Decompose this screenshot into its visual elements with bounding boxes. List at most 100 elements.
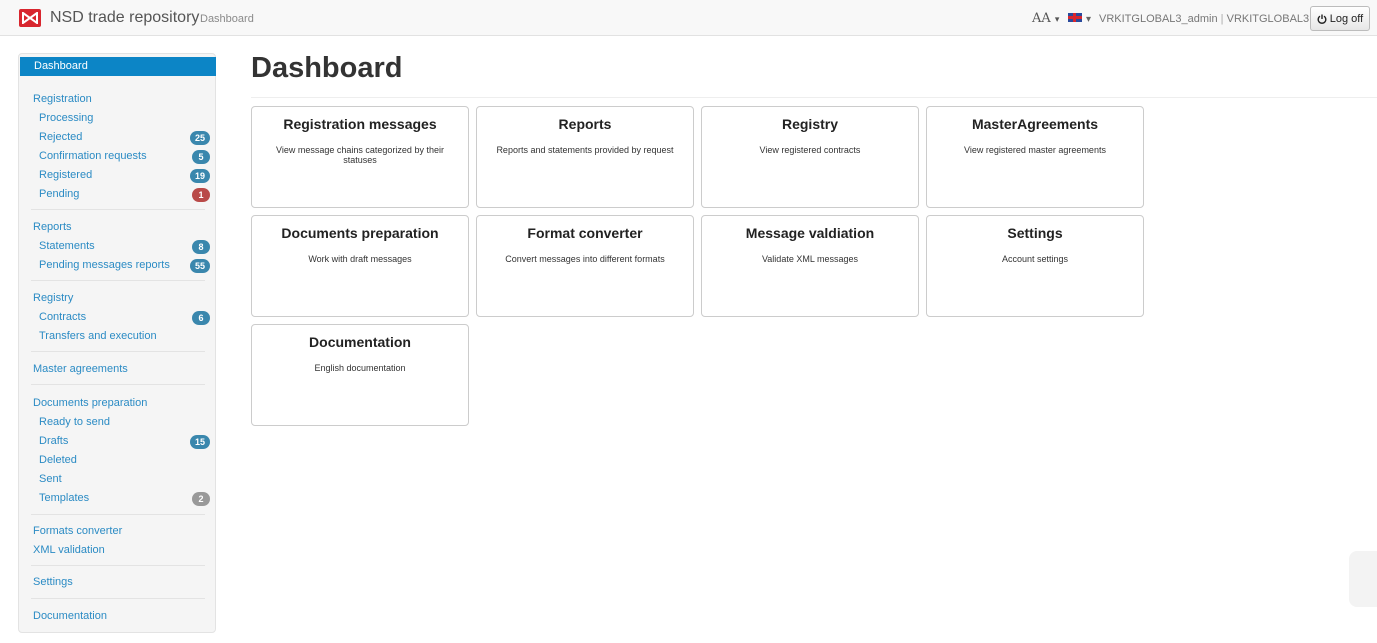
sidebar-item-deleted[interactable]: Deleted — [19, 451, 215, 470]
logoff-button[interactable]: Log off — [1310, 6, 1370, 31]
tile-description: View registered contracts — [759, 145, 861, 155]
sidebar-item-pending[interactable]: Pending 1 — [19, 185, 215, 204]
sidebar-item-label: Registered — [39, 169, 93, 181]
count-badge: 19 — [189, 169, 210, 183]
tile-title: Registration messages — [283, 116, 437, 132]
tile-title: Documents preparation — [281, 225, 439, 241]
font-size-toggle[interactable]: AA ▾ — [1032, 11, 1059, 26]
sidebar-item-confirmation-requests[interactable]: Confirmation requests 5 — [19, 147, 215, 166]
sidebar-item-label: Ready to send — [39, 416, 110, 428]
sidebar-item-pending-messages-reports[interactable]: Pending messages reports 55 — [19, 256, 215, 275]
user-org: VRKITGLOBAL3 — [1226, 13, 1310, 25]
sidebar-item-documentation[interactable]: Documentation — [19, 607, 215, 626]
tile-message-validation[interactable]: Message valdiation Validate XML messages — [701, 215, 919, 317]
sidebar-item-ready-to-send[interactable]: Ready to send — [19, 413, 215, 432]
sidebar-item-sent[interactable]: Sent — [19, 470, 215, 489]
count-badge: 6 — [192, 311, 210, 325]
sidebar-item-label: Transfers and execution — [39, 330, 157, 342]
tile-title: MasterAgreements — [971, 116, 1099, 132]
tile-description: Account settings — [1001, 254, 1069, 264]
tile-format-converter[interactable]: Format converter Convert messages into d… — [476, 215, 694, 317]
sidebar-item-label: Drafts — [39, 435, 69, 447]
sidebar-item-label: Processing — [39, 112, 94, 124]
tile-description: Work with draft messages — [308, 254, 412, 264]
sidebar-item-settings[interactable]: Settings — [19, 573, 215, 592]
tile-settings[interactable]: Settings Account settings — [926, 215, 1144, 317]
scroll-to-top-placeholder — [1349, 551, 1377, 607]
sidebar-item-label: Pending messages reports — [39, 259, 170, 271]
count-badge: 8 — [192, 240, 210, 254]
count-badge: 2 — [192, 492, 210, 506]
sidebar-item-label: Templates — [39, 492, 90, 504]
tile-title: Reports — [558, 116, 612, 132]
top-navbar: NSD trade repository Dashboard AA ▾ ▾ VR… — [0, 0, 1377, 36]
sidebar-item-label: Pending — [39, 188, 80, 200]
sidebar-divider — [31, 280, 205, 281]
sidebar-divider — [31, 209, 205, 210]
page-title: Dashboard — [251, 52, 403, 84]
sidebar-item-drafts[interactable]: Drafts 15 — [19, 432, 215, 451]
chevron-down-icon: ▾ — [1086, 14, 1092, 25]
sidebar-divider — [31, 565, 205, 566]
user-separator: | — [1217, 13, 1227, 25]
sidebar-item-transfers-and-execution[interactable]: Transfers and execution — [19, 327, 215, 346]
sidebar-item-processing[interactable]: Processing — [19, 109, 215, 128]
count-badge: 55 — [189, 259, 210, 273]
sidebar-item-templates[interactable]: Templates 2 — [19, 489, 215, 508]
sidebar-item-formats-converter[interactable]: Formats converter — [19, 522, 215, 541]
sidebar-divider — [31, 384, 205, 385]
count-badge: 1 — [192, 188, 210, 202]
sidebar-item-rejected[interactable]: Rejected 25 — [19, 128, 215, 147]
sidebar-section-registry[interactable]: Registry — [19, 289, 215, 308]
tile-reports[interactable]: Reports Reports and statements provided … — [476, 106, 694, 208]
tile-description: View registered master agreements — [964, 145, 1106, 155]
nsd-logo-icon[interactable] — [19, 9, 41, 27]
tile-description: View message chains categorized by their… — [276, 145, 444, 165]
sidebar-divider — [31, 351, 205, 352]
tile-documents-preparation[interactable]: Documents preparation Work with draft me… — [251, 215, 469, 317]
sidebar-item-statements[interactable]: Statements 8 — [19, 237, 215, 256]
count-badge: 15 — [189, 435, 210, 449]
font-size-icon: AA — [1032, 11, 1051, 26]
sidebar-item-label: Contracts — [39, 311, 87, 323]
power-icon — [1317, 14, 1327, 24]
sidebar-item-label: Statements — [39, 240, 95, 252]
tile-master-agreements[interactable]: MasterAgreements View registered master … — [926, 106, 1144, 208]
tile-description: Convert messages into different formats — [505, 254, 665, 264]
sidebar-section-documents-preparation[interactable]: Documents preparation — [19, 394, 215, 413]
sidebar-item-master-agreements[interactable]: Master agreements — [19, 360, 215, 379]
tile-title: Message valdiation — [745, 225, 875, 241]
brand-name[interactable]: NSD trade repository — [50, 9, 199, 27]
user-info: VRKITGLOBAL3_admin | VRKITGLOBAL3 — [1099, 13, 1309, 25]
sidebar-item-xml-validation[interactable]: XML validation — [19, 541, 215, 560]
tile-description: English documentation — [314, 363, 406, 373]
logoff-label: Log off — [1329, 12, 1364, 25]
sidebar-item-dashboard[interactable]: Dashboard — [20, 57, 216, 76]
sidebar: Dashboard Registration Processing Reject… — [18, 53, 216, 633]
sidebar-item-label: Confirmation requests — [39, 150, 147, 162]
tile-description: Reports and statements provided by reque… — [496, 145, 674, 155]
tile-title: Format converter — [527, 225, 643, 241]
sidebar-section-registration[interactable]: Registration — [19, 90, 215, 109]
sidebar-item-label: Deleted — [39, 454, 77, 466]
count-badge: 25 — [189, 131, 210, 145]
sidebar-item-label: Rejected — [39, 131, 83, 143]
tile-title: Settings — [1007, 225, 1063, 241]
sidebar-item-contracts[interactable]: Contracts 6 — [19, 308, 215, 327]
chevron-down-icon: ▾ — [1054, 15, 1060, 25]
tile-documentation[interactable]: Documentation English documentation — [251, 324, 469, 426]
tile-title: Documentation — [309, 334, 411, 350]
breadcrumb: Dashboard — [200, 13, 254, 25]
sidebar-item-registered[interactable]: Registered 19 — [19, 166, 215, 185]
count-badge: 5 — [192, 150, 210, 164]
tile-title: Registry — [781, 116, 839, 132]
title-divider — [251, 97, 1377, 98]
sidebar-divider — [31, 598, 205, 599]
language-toggle[interactable]: ▾ — [1068, 13, 1091, 25]
user-login: VRKITGLOBAL3_admin — [1099, 13, 1218, 25]
tile-registration-messages[interactable]: Registration messages View message chain… — [251, 106, 469, 208]
tile-registry[interactable]: Registry View registered contracts — [701, 106, 919, 208]
sidebar-divider — [31, 514, 205, 515]
sidebar-item-label: Sent — [39, 473, 62, 485]
sidebar-section-reports[interactable]: Reports — [19, 218, 215, 237]
